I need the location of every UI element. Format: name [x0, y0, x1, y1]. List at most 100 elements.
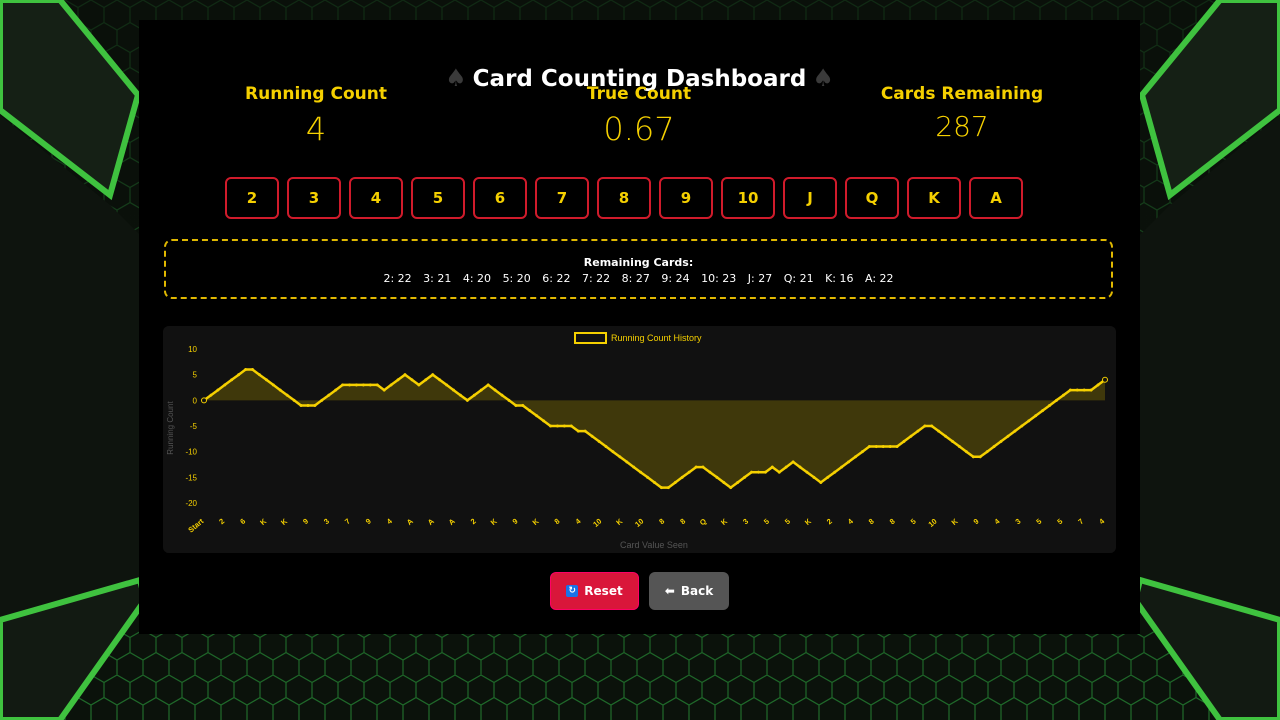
refresh-icon: ↻ — [566, 585, 579, 597]
data-point — [666, 486, 670, 490]
data-point — [819, 480, 823, 485]
card-button-k[interactable]: K — [907, 177, 961, 219]
chart-svg: Running Count History Running Count Card… — [163, 326, 1116, 553]
data-point — [853, 455, 858, 459]
data-point — [201, 397, 207, 404]
data-point — [431, 373, 435, 377]
data-point — [382, 388, 386, 392]
data-point — [715, 475, 719, 479]
card-button-8[interactable]: 8 — [597, 177, 651, 219]
data-point — [708, 470, 712, 474]
data-point — [937, 429, 941, 433]
true-count-stat: True Count 0.67 — [514, 84, 764, 148]
data-point — [278, 388, 282, 392]
remaining-cards-list: 2: 22 3: 21 4: 20 5: 20 6: 22 7: 22 8: 2… — [166, 272, 1111, 285]
card-button-4[interactable]: 4 — [349, 177, 403, 219]
stat-value: 4 — [305, 110, 327, 148]
data-point — [944, 434, 948, 438]
data-point — [673, 480, 677, 485]
y-axis-label: Running Count — [166, 401, 175, 455]
data-point — [992, 444, 996, 449]
data-point — [632, 465, 636, 469]
dashboard-panel: ♠ Card Counting Dashboard ♠ Running Count … — [139, 20, 1140, 634]
data-point — [486, 383, 490, 387]
data-point — [1068, 388, 1072, 392]
remaining-cards-title: Remaining Cards: — [583, 256, 694, 269]
data-point — [237, 373, 241, 377]
data-point — [694, 465, 698, 469]
data-point — [244, 367, 248, 372]
remaining-item: K: 16 — [825, 272, 854, 285]
card-button-9[interactable]: 9 — [659, 177, 713, 219]
card-button-7[interactable]: 7 — [535, 177, 589, 219]
card-button-10[interactable]: 10 — [721, 177, 775, 219]
data-point — [916, 429, 920, 433]
data-point — [687, 470, 691, 474]
y-tick-label: -15 — [185, 473, 197, 482]
data-point — [784, 465, 788, 469]
card-button-5[interactable]: 5 — [411, 177, 465, 219]
stat-label: Running Count — [245, 84, 387, 104]
data-point — [763, 470, 767, 474]
y-tick-label: 10 — [188, 345, 197, 354]
data-point — [1082, 388, 1086, 392]
data-point — [652, 480, 657, 485]
running-count-chart: Running Count History Running Count Card… — [163, 326, 1116, 553]
data-point — [209, 393, 213, 397]
data-point — [639, 470, 643, 474]
card-button-a[interactable]: A — [969, 177, 1023, 219]
data-point — [562, 424, 566, 428]
y-tick-label: 0 — [193, 396, 198, 405]
card-button-q[interactable]: Q — [845, 177, 899, 219]
data-point — [521, 403, 525, 408]
data-point — [576, 429, 580, 433]
data-point — [250, 367, 255, 372]
data-point — [902, 439, 906, 443]
data-point — [736, 480, 740, 485]
data-point — [847, 460, 851, 464]
stat-label: True Count — [586, 84, 692, 104]
data-point — [777, 470, 781, 474]
remaining-item: 5: 20 — [502, 272, 531, 285]
data-point — [396, 378, 400, 382]
data-point — [465, 398, 469, 402]
card-button-3[interactable]: 3 — [287, 177, 341, 219]
data-point — [1006, 434, 1010, 438]
data-point — [805, 470, 809, 474]
remaining-cards-box: Remaining Cards: 2: 22 3: 21 4: 20 5: 20… — [164, 239, 1113, 299]
data-point — [264, 378, 268, 382]
data-point — [722, 480, 726, 485]
card-button-6[interactable]: 6 — [473, 177, 527, 219]
reset-button[interactable]: ↻ Reset — [550, 572, 639, 610]
data-point — [874, 444, 878, 449]
data-point — [971, 455, 975, 459]
data-point — [583, 429, 587, 433]
data-point — [978, 455, 982, 459]
remaining-item: Q: 21 — [783, 272, 814, 285]
data-point — [625, 460, 629, 464]
data-point — [791, 460, 795, 464]
remaining-item: 2: 22 — [383, 272, 412, 285]
data-point — [1048, 403, 1052, 408]
data-point — [347, 383, 352, 387]
remaining-item: 8: 27 — [621, 272, 650, 285]
data-point — [535, 414, 539, 418]
data-point — [438, 378, 442, 382]
data-point — [285, 393, 289, 397]
data-point — [354, 383, 359, 387]
stat-value: 0.67 — [603, 110, 675, 148]
data-point — [798, 465, 802, 469]
data-point — [569, 424, 573, 428]
back-button[interactable]: ⬅ Back — [649, 572, 729, 610]
data-point — [867, 444, 871, 449]
data-point — [985, 450, 989, 454]
data-point — [306, 403, 310, 408]
cards-remaining-stat: Cards Remaining 287 — [837, 84, 1087, 143]
card-button-j[interactable]: J — [783, 177, 837, 219]
data-point — [923, 424, 927, 428]
data-point — [479, 388, 483, 392]
card-button-2[interactable]: 2 — [225, 177, 279, 219]
data-point — [375, 383, 379, 387]
data-point — [271, 383, 275, 387]
data-point — [1102, 376, 1108, 383]
